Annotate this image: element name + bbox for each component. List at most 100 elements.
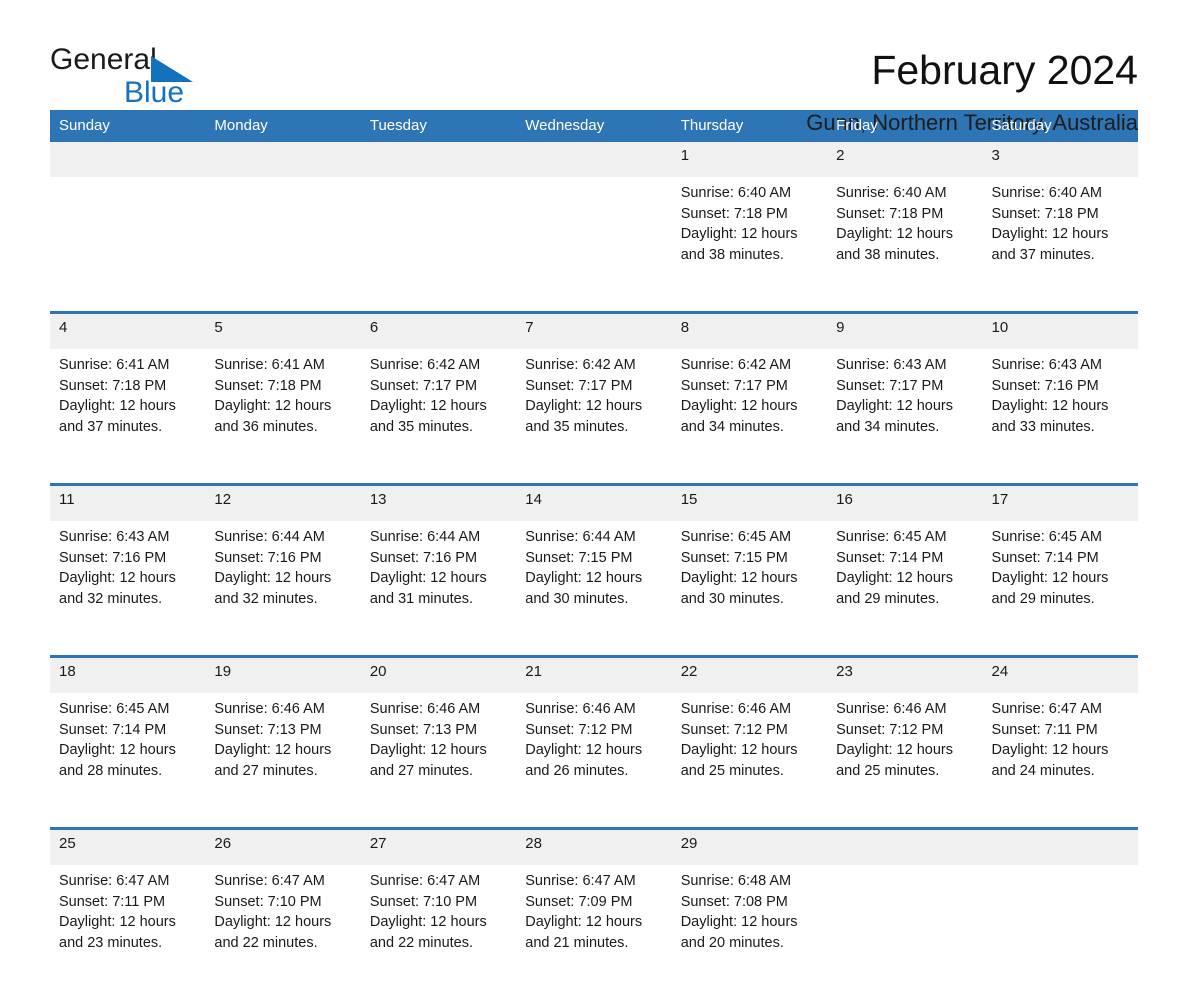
daylight-text: Daylight: 12 hours [59, 570, 176, 586]
day-cell-27[interactable]: Sunrise: 6:47 AM Sunset: 7:10 PM Daylight:… [360, 865, 517, 999]
page-header: General Blue February 2024 Gunn, Norther… [50, 0, 1138, 136]
week-date-row: 25 26 27 28 29 [50, 830, 1138, 865]
daylight-text: Daylight: 12 hours [836, 226, 953, 242]
day-cell-10[interactable]: Sunrise: 6:43 AM Sunset: 7:16 PM Daylight:… [982, 349, 1138, 483]
day-cell-25[interactable]: Sunrise: 6:47 AM Sunset: 7:11 PM Daylight:… [50, 865, 206, 999]
day-cell-15[interactable]: Sunrise: 6:45 AM Sunset: 7:15 PM Daylight:… [671, 521, 828, 655]
day-number-28[interactable]: 28 [516, 830, 672, 865]
day-cell-9[interactable]: Sunrise: 6:43 AM Sunset: 7:17 PM Daylight:… [827, 349, 983, 483]
daylight-text-cont: and 24 minutes. [991, 762, 1095, 779]
sunrise-text: Sunrise: 6:46 AM [214, 701, 325, 717]
day-number-13[interactable]: 13 [360, 486, 517, 521]
sunset-text: Sunset: 7:18 PM [991, 205, 1099, 222]
day-cell-7[interactable]: Sunrise: 6:42 AM Sunset: 7:17 PM Daylight:… [516, 349, 672, 483]
sunrise-text: Sunrise: 6:40 AM [836, 185, 947, 201]
sunset-text: Sunset: 7:12 PM [525, 721, 633, 738]
day-cell-26[interactable]: Sunrise: 6:47 AM Sunset: 7:10 PM Daylight:… [205, 865, 361, 999]
daylight-text-cont: and 22 minutes. [214, 934, 318, 951]
day-number-2[interactable]: 2 [827, 142, 983, 177]
day-cell-empty [982, 865, 1138, 999]
sunrise-text: Sunrise: 6:41 AM [214, 357, 325, 373]
sunset-text: Sunset: 7:16 PM [991, 377, 1099, 394]
day-cell-8[interactable]: Sunrise: 6:42 AM Sunset: 7:17 PM Daylight:… [671, 349, 828, 483]
day-number-3[interactable]: 3 [982, 142, 1138, 177]
day-number-27[interactable]: 27 [360, 830, 517, 865]
day-number-17[interactable]: 17 [982, 486, 1138, 521]
daylight-text: Daylight: 12 hours [59, 914, 176, 930]
sunset-text: Sunset: 7:16 PM [214, 549, 322, 566]
day-number-23[interactable]: 23 [827, 658, 983, 693]
sunset-text: Sunset: 7:14 PM [991, 549, 1099, 566]
week-date-row: 123 [50, 142, 1138, 177]
day-cell-29[interactable]: Sunrise: 6:48 AM Sunset: 7:08 PM Daylight:… [671, 865, 828, 999]
day-cell-19[interactable]: Sunrise: 6:46 AM Sunset: 7:13 PM Daylight:… [205, 693, 361, 827]
week-date-row: 18 19 20 21 22 23 24 [50, 658, 1138, 693]
day-number-11[interactable]: 11 [50, 486, 206, 521]
day-cell-empty [50, 177, 206, 311]
day-number-10[interactable]: 10 [982, 314, 1138, 349]
day-number-12[interactable]: 12 [205, 486, 361, 521]
day-number-24[interactable]: 24 [982, 658, 1138, 693]
daylight-text-cont: and 35 minutes. [525, 418, 629, 435]
day-cell-12[interactable]: Sunrise: 6:44 AM Sunset: 7:16 PM Daylight:… [205, 521, 361, 655]
day-number-19[interactable]: 19 [205, 658, 361, 693]
sunrise-text: Sunrise: 6:42 AM [369, 357, 481, 373]
sunrise-text: Sunrise: 6:47 AM [369, 873, 481, 889]
sunset-text: Sunset: 7:08 PM [680, 893, 788, 910]
sunrise-text: Sunrise: 6:45 AM [59, 701, 170, 717]
daylight-text-cont: and 34 minutes. [836, 418, 940, 435]
page-title: February 2024 [871, 47, 1138, 93]
daylight-text-cont: and 25 minutes. [680, 762, 784, 779]
day-number-6[interactable]: 6 [360, 314, 517, 349]
day-cell-5[interactable]: Sunrise: 6:41 AM Sunset: 7:18 PM Daylight:… [205, 349, 361, 483]
day-cell-1[interactable]: Sunrise: 6:40 AM Sunset: 7:18 PM Daylight:… [671, 177, 828, 311]
day-cell-6[interactable]: Sunrise: 6:42 AM Sunset: 7:17 PM Daylight:… [360, 349, 517, 483]
day-cell-22[interactable]: Sunrise: 6:46 AM Sunset: 7:12 PM Daylight:… [671, 693, 828, 827]
day-number-1[interactable]: 1 [671, 142, 828, 177]
day-number-7[interactable]: 7 [516, 314, 672, 349]
daylight-text-cont: and 29 minutes. [836, 590, 940, 607]
day-cell-4[interactable]: Sunrise: 6:41 AM Sunset: 7:18 PM Daylight:… [50, 349, 206, 483]
day-cell-2[interactable]: Sunrise: 6:40 AM Sunset: 7:18 PM Daylight:… [827, 177, 983, 311]
day-number-8[interactable]: 8 [671, 314, 828, 349]
day-cell-23[interactable]: Sunrise: 6:46 AM Sunset: 7:12 PM Daylight:… [827, 693, 983, 827]
day-number-5[interactable]: 5 [205, 314, 361, 349]
daylight-text-cont: and 22 minutes. [369, 934, 474, 951]
sunrise-text: Sunrise: 6:43 AM [59, 529, 170, 545]
day-number-25[interactable]: 25 [50, 830, 206, 865]
sunrise-text: Sunrise: 6:42 AM [680, 357, 792, 373]
day-number-14[interactable]: 14 [516, 486, 672, 521]
day-cell-28[interactable]: Sunrise: 6:47 AM Sunset: 7:09 PM Daylight:… [516, 865, 672, 999]
day-cell-3[interactable]: Sunrise: 6:40 AM Sunset: 7:18 PM Daylight:… [982, 177, 1138, 311]
day-cell-16[interactable]: Sunrise: 6:45 AM Sunset: 7:14 PM Daylight:… [827, 521, 983, 655]
day-number-18[interactable]: 18 [50, 658, 206, 693]
day-cell-24[interactable]: Sunrise: 6:47 AM Sunset: 7:11 PM Daylight:… [982, 693, 1138, 827]
sunrise-sunset-calendar: Sunday Monday Tuesday Wednesday Thursday… [50, 110, 1138, 999]
day-number-15[interactable]: 15 [671, 486, 828, 521]
daylight-text-cont: and 37 minutes. [991, 246, 1095, 263]
day-number-26[interactable]: 26 [205, 830, 361, 865]
day-number-20[interactable]: 20 [360, 658, 517, 693]
day-number-4[interactable]: 4 [50, 314, 206, 349]
sunset-text: Sunset: 7:18 PM [59, 377, 167, 394]
day-number-empty [50, 142, 206, 177]
day-cell-13[interactable]: Sunrise: 6:44 AM Sunset: 7:16 PM Daylight:… [360, 521, 517, 655]
day-number-29[interactable]: 29 [671, 830, 828, 865]
daylight-text-cont: and 32 minutes. [214, 590, 318, 607]
daylight-text: Daylight: 12 hours [680, 742, 798, 758]
day-number-9[interactable]: 9 [827, 314, 983, 349]
day-number-22[interactable]: 22 [671, 658, 828, 693]
sunset-text: Sunset: 7:15 PM [525, 549, 633, 566]
daylight-text: Daylight: 12 hours [214, 398, 332, 414]
day-number-16[interactable]: 16 [827, 486, 983, 521]
day-cell-20[interactable]: Sunrise: 6:46 AM Sunset: 7:13 PM Daylight:… [360, 693, 517, 827]
day-cell-14[interactable]: Sunrise: 6:44 AM Sunset: 7:15 PM Daylight:… [516, 521, 672, 655]
day-number-21[interactable]: 21 [516, 658, 672, 693]
daylight-text: Daylight: 12 hours [525, 398, 643, 414]
day-cell-21[interactable]: Sunrise: 6:46 AM Sunset: 7:12 PM Daylight:… [516, 693, 672, 827]
sunset-text: Sunset: 7:17 PM [369, 377, 478, 394]
day-cell-11[interactable]: Sunrise: 6:43 AM Sunset: 7:16 PM Daylight:… [50, 521, 206, 655]
daylight-text: Daylight: 12 hours [369, 570, 487, 586]
day-cell-18[interactable]: Sunrise: 6:45 AM Sunset: 7:14 PM Daylight:… [50, 693, 206, 827]
day-cell-17[interactable]: Sunrise: 6:45 AM Sunset: 7:14 PM Daylight:… [982, 521, 1138, 655]
